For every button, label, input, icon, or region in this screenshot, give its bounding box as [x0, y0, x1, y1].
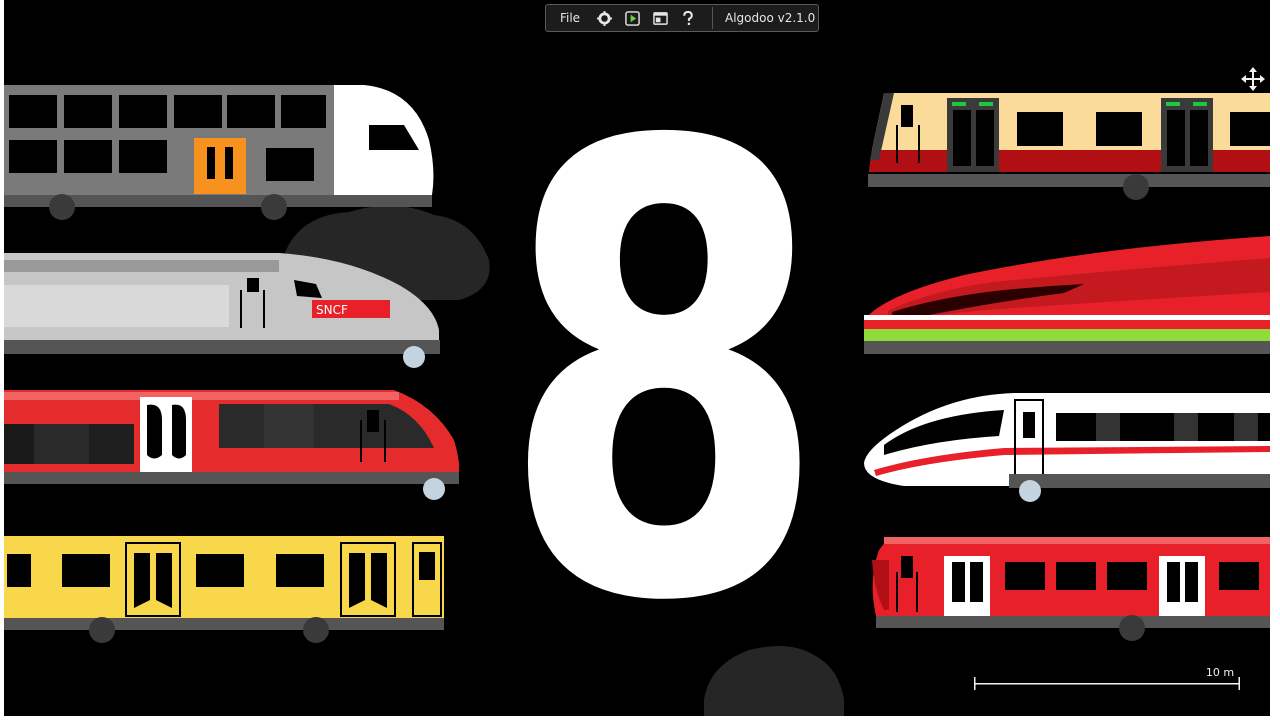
train-yellow-tram: [4, 536, 444, 643]
train-cream-sbahn: [868, 93, 1270, 200]
train-red-db: [872, 537, 1270, 641]
main-toolbar: File Algodoo v2.1.0: [545, 4, 819, 32]
gear-icon: [596, 10, 612, 26]
scale-label: 10 m: [1205, 666, 1235, 679]
train-white-ice: [864, 393, 1270, 502]
settings-button[interactable]: [590, 5, 618, 31]
train-scene: SNCF 8: [4, 16, 1270, 716]
simulation-canvas[interactable]: SNCF 8: [4, 0, 1270, 716]
play-icon: [624, 10, 640, 26]
help-button[interactable]: [674, 5, 702, 31]
window-button[interactable]: [646, 5, 674, 31]
train-grey-double-deck: [4, 85, 434, 220]
help-icon: [683, 10, 693, 25]
file-menu-label: File: [559, 11, 581, 25]
big-number: 8: [499, 16, 829, 716]
window-icon: [652, 11, 668, 25]
version-label: Algodoo v2.1.0: [725, 11, 816, 25]
play-scene-button[interactable]: [618, 5, 646, 31]
sncf-logo: SNCF: [316, 303, 348, 317]
toolbar-separator: [712, 7, 713, 29]
move-handle-icon[interactable]: [1240, 66, 1266, 92]
train-red-regional: [4, 390, 460, 500]
train-red-highspeed: [864, 236, 1270, 354]
file-menu-button[interactable]: File: [546, 5, 590, 31]
